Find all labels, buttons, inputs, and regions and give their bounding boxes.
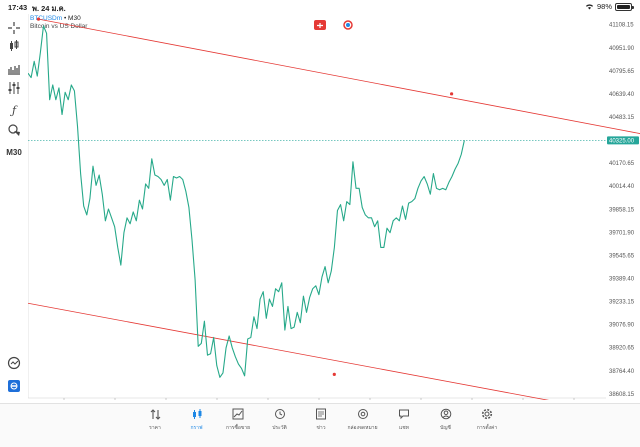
nav-item-0[interactable]: ราคา xyxy=(133,408,177,432)
gear-icon xyxy=(481,408,493,420)
price-tick-label: 40951.90 xyxy=(609,46,635,52)
function-icon[interactable]: ƒ xyxy=(5,102,23,118)
price-tick-label: 39233.15 xyxy=(609,300,635,306)
nav-item-7[interactable]: บัญชี xyxy=(424,408,468,432)
price-tick-label: 40014.40 xyxy=(609,184,635,190)
battery-icon xyxy=(615,2,634,11)
candles-icon xyxy=(192,409,201,419)
account-icon xyxy=(440,408,451,420)
news-icon xyxy=(316,408,326,420)
chat-icon xyxy=(399,409,409,420)
price-tick-label: 38608.15 xyxy=(609,392,635,398)
arrows-updown-icon xyxy=(150,409,161,420)
nav-label: ข่าว xyxy=(316,425,326,431)
app-logo-icon[interactable] xyxy=(5,378,23,394)
nav-item-8[interactable]: การตั้งค่า xyxy=(465,408,509,432)
price-axis: 41108.15 40951.90 40795.65 40639.40 40483.15… xyxy=(609,23,635,398)
nav-label: การซื้อขาย xyxy=(225,425,251,431)
upper-anchor-start[interactable] xyxy=(36,17,41,21)
timeframe-button[interactable]: M30 xyxy=(5,144,23,160)
price-tick-label: 39389.40 xyxy=(609,276,635,282)
nav-item-4[interactable]: ข่าว xyxy=(299,408,343,432)
crosshair-icon[interactable] xyxy=(5,20,23,36)
shapes-icon[interactable] xyxy=(5,122,23,138)
nav-label: แชท xyxy=(399,425,409,431)
wifi-icon xyxy=(585,4,594,10)
settings-sliders-icon[interactable] xyxy=(5,80,23,96)
candlestick-icon[interactable] xyxy=(5,38,23,54)
lower-channel-line[interactable] xyxy=(28,302,600,400)
price-tick-label: 40795.65 xyxy=(609,69,635,75)
bottom-nav: ราคา กราฟ การซื้อขาย ประวัติ ข่าว กล่องจดหมาย… xyxy=(0,403,640,447)
nav-label: กราฟ xyxy=(190,425,203,431)
price-tick-label: 39858.15 xyxy=(609,207,635,213)
price-line xyxy=(28,25,465,378)
nav-item-1[interactable]: กราฟ xyxy=(175,408,219,432)
status-time: 17:43 xyxy=(8,3,28,12)
clock-icon[interactable] xyxy=(5,355,23,371)
upper-anchor-mid[interactable] xyxy=(450,92,454,96)
current-price-badge: 40325.00 xyxy=(607,136,639,145)
bar-chart-icon[interactable] xyxy=(5,60,23,76)
status-bar: 17:43 พ. 24 ม.ค. 98% xyxy=(0,0,640,14)
history-icon xyxy=(274,409,285,419)
battery-percent: 98% xyxy=(596,2,612,11)
nav-label: ราคา xyxy=(149,425,161,431)
nav-item-6[interactable]: แชท xyxy=(382,408,426,432)
price-chart[interactable]: 41108.15 40951.90 40795.65 40639.40 40483.15… xyxy=(28,14,640,400)
price-tick-label: 41108.15 xyxy=(609,23,634,29)
current-price-label: 40325.00 xyxy=(609,138,635,144)
price-tick-label: 39076.90 xyxy=(609,323,635,329)
battery-level xyxy=(617,4,630,9)
status-right: 98% xyxy=(585,2,634,11)
nav-label: กล่องจดหมาย xyxy=(347,425,378,431)
nav-label: ประวัติ xyxy=(272,425,287,431)
price-tick-label: 38764.40 xyxy=(609,369,635,375)
trend-chart-icon xyxy=(232,408,244,420)
price-tick-label: 38920.65 xyxy=(609,346,635,352)
price-tick-label: 40639.40 xyxy=(609,92,635,98)
upper-channel-line[interactable] xyxy=(38,18,640,165)
nav-item-3[interactable]: ประวัติ xyxy=(258,408,302,432)
trend-anchor-points[interactable] xyxy=(36,17,640,376)
at-sign-icon xyxy=(357,409,368,419)
lower-anchor-mid[interactable] xyxy=(332,372,336,376)
left-toolbar: ƒ M30 xyxy=(0,14,28,394)
time-axis xyxy=(28,14,606,399)
price-tick-label: 40170.65 xyxy=(609,161,635,167)
nav-item-5[interactable]: กล่องจดหมาย xyxy=(341,408,385,432)
nav-label: บัญชี xyxy=(440,425,451,431)
price-tick-label: 39545.65 xyxy=(609,253,635,259)
nav-item-2[interactable]: การซื้อขาย xyxy=(216,408,260,432)
trend-channel[interactable] xyxy=(28,18,640,400)
price-tick-label: 40483.15 xyxy=(609,115,635,121)
price-tick-label: 39701.90 xyxy=(609,230,635,236)
nav-label: การตั้งค่า xyxy=(476,425,498,431)
